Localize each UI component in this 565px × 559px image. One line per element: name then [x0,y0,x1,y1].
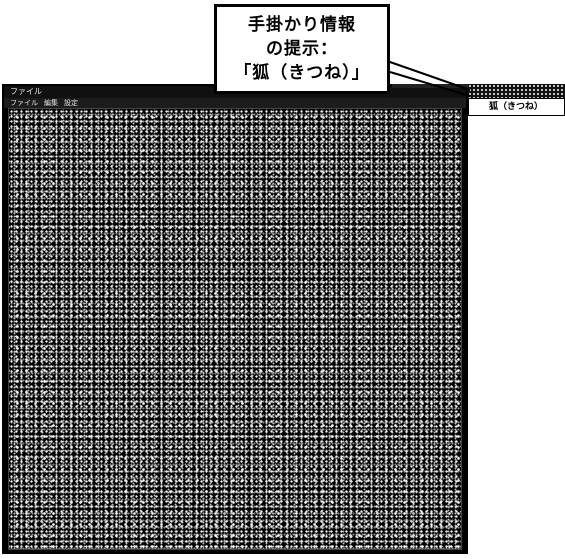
window-title: ファイル [10,87,42,96]
image-viewer-window: ファイル ファイル 編集 設定 [2,84,468,554]
menu-file[interactable]: ファイル [10,98,38,108]
window-top-edge [392,84,468,88]
callout-line-3: 「狐（きつね）」 [234,63,370,83]
side-titlebar-strip [468,84,565,99]
callout-line-2: の提示： [266,39,338,59]
hint-panel-text: 狐（きつね） [489,102,544,112]
hint-panel: 狐（きつね） [468,98,565,116]
menu-settings[interactable]: 設定 [64,98,78,108]
menu-edit[interactable]: 編集 [44,98,58,108]
menu-bar: ファイル 編集 設定 [4,98,466,108]
hint-callout-box: 手掛かり情報 の提示： 「狐（きつね）」 [214,4,390,94]
callout-line-1: 手掛かり情報 [248,15,356,35]
noise-image-canvas[interactable] [8,108,462,550]
